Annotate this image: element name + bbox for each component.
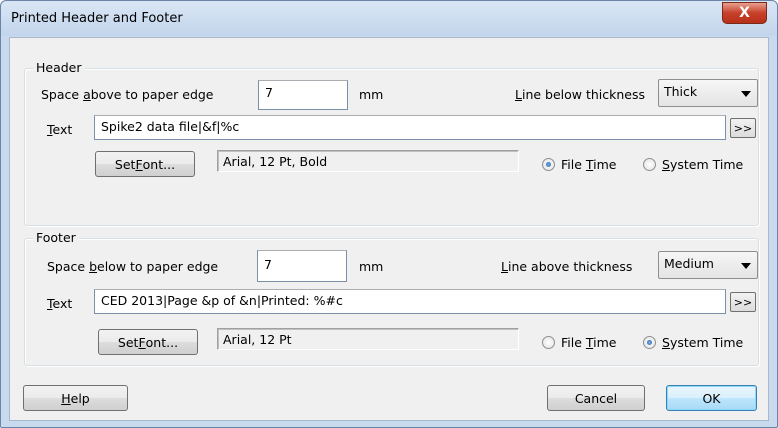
header-line-thickness-label: Line below thickness: [515, 87, 646, 102]
footer-system-time-radio[interactable]: System Time: [643, 335, 743, 350]
header-space-input[interactable]: 7: [258, 80, 348, 110]
footer-text-input[interactable]: CED 2013|Page &p of &n|Printed: %#c: [94, 289, 726, 314]
chevron-down-icon: [741, 91, 751, 97]
ok-button[interactable]: OK: [666, 385, 757, 411]
cancel-button[interactable]: Cancel: [547, 385, 645, 411]
header-text-label: Text: [47, 122, 73, 137]
footer-file-time-radio[interactable]: File Time: [542, 335, 617, 350]
close-button[interactable]: X: [722, 2, 767, 24]
footer-space-input[interactable]: 7: [257, 250, 347, 282]
dialog-client: Header Space above to paper edge 7 mm Li…: [9, 37, 769, 421]
footer-system-time-label: System Time: [662, 335, 744, 350]
radio-checked-icon: [542, 158, 555, 171]
radio-checked-icon: [643, 336, 656, 349]
footer-line-thickness-select[interactable]: Medium: [658, 251, 758, 279]
header-line-thickness-select[interactable]: Thick: [658, 79, 758, 107]
footer-group-label: Footer: [33, 230, 79, 245]
dialog-title: Printed Header and Footer: [11, 11, 183, 26]
header-file-time-radio[interactable]: File Time: [542, 157, 617, 172]
header-system-time-label: System Time: [662, 157, 744, 172]
footer-line-thickness-value: Medium: [664, 256, 714, 271]
dialog-window: Printed Header and Footer X Header Space…: [0, 0, 778, 428]
footer-space-unit: mm: [359, 259, 384, 274]
footer-text-label: Text: [47, 296, 73, 311]
header-space-unit: mm: [359, 87, 384, 102]
footer-file-time-label: File Time: [561, 335, 617, 350]
radio-unchecked-icon: [542, 336, 555, 349]
header-text-input[interactable]: Spike2 data file|&f|%c: [94, 115, 726, 140]
header-expand-button[interactable]: >>: [730, 118, 756, 138]
header-line-thickness-value: Thick: [664, 84, 698, 99]
footer-space-label: Space below to paper edge: [47, 259, 219, 274]
footer-set-font-button[interactable]: Set Font...: [98, 329, 198, 355]
chevron-down-icon: [741, 263, 751, 269]
header-system-time-radio[interactable]: System Time: [643, 157, 743, 172]
header-group: Header Space above to paper edge 7 mm Li…: [24, 60, 759, 226]
footer-expand-button[interactable]: >>: [730, 292, 756, 312]
footer-group: Footer Space below to paper edge 7 mm Li…: [24, 230, 759, 366]
radio-unchecked-icon: [643, 158, 656, 171]
close-icon: X: [739, 5, 750, 21]
header-group-label: Header: [33, 60, 85, 75]
footer-line-thickness-label: Line above thickness: [501, 259, 633, 274]
header-set-font-button[interactable]: Set Font...: [95, 151, 195, 177]
title-bar: Printed Header and Footer X: [1, 1, 777, 36]
header-font-display: Arial, 12 Pt, Bold: [217, 150, 519, 172]
header-file-time-label: File Time: [561, 157, 617, 172]
header-space-label: Space above to paper edge: [41, 87, 214, 102]
help-button[interactable]: Help: [23, 385, 128, 411]
footer-font-display: Arial, 12 Pt: [217, 328, 519, 350]
